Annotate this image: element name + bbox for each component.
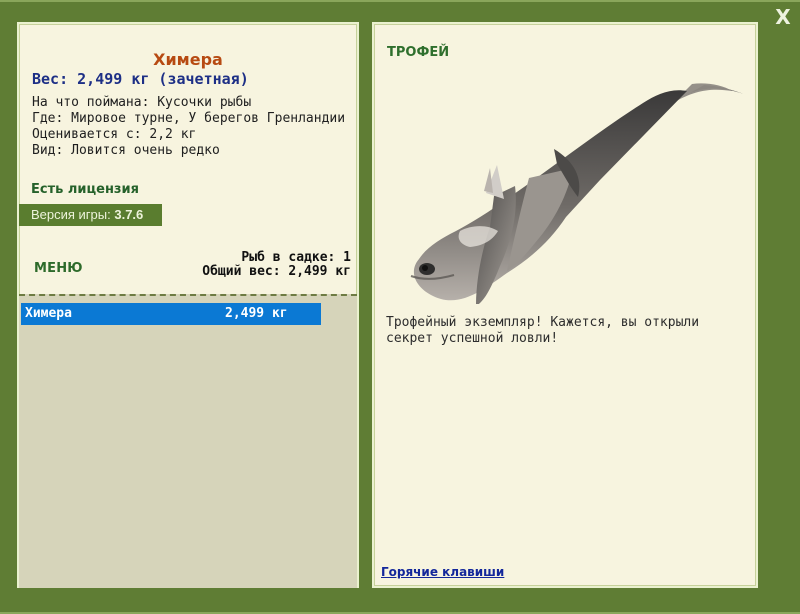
catch-info-panel: Химера Вес: 2,499 кг (зачетная) На что п… xyxy=(17,22,359,588)
fish-image xyxy=(410,83,747,304)
evaluation-detail: Оценивается с: 2,2 кг xyxy=(32,127,197,142)
list-item-name: Химера xyxy=(25,306,72,321)
version-value: 3.7.6 xyxy=(114,207,144,222)
catch-details: На что поймана: Кусочки рыбы Где: Мирово… xyxy=(32,95,345,159)
menu-label[interactable]: МЕНЮ xyxy=(34,261,83,276)
version-bar: Версия игры: 3.7.6 xyxy=(19,204,162,226)
cage-count: Рыб в садке: 1 xyxy=(241,250,351,265)
location-detail: Где: Мировое турне, У берегов Гренландии xyxy=(32,111,346,126)
bait-detail: На что поймана: Кусочки рыбы xyxy=(32,95,252,110)
trophy-panel: ТРОФЕЙ Трофейный экземпляр! Кажется, вы … xyxy=(372,22,758,588)
cage-stats: Рыб в садке: 1 Общий вес: 2,499 кг xyxy=(202,251,351,279)
rarity-detail: Вид: Ловится очень редко xyxy=(32,143,220,158)
list-item-weight: 2,499 кг xyxy=(225,306,288,321)
list-item[interactable]: Химера 2,499 кг xyxy=(21,303,321,325)
trophy-description: Трофейный экземпляр! Кажется, вы открыли… xyxy=(386,315,700,346)
license-status: Есть лицензия xyxy=(31,182,139,197)
hotkeys-link[interactable]: Горячие клавиши xyxy=(381,565,504,579)
top-frame-line xyxy=(0,0,800,2)
caught-fish-list[interactable]: Химера 2,499 кг xyxy=(19,294,357,588)
fish-name: Химера xyxy=(153,50,223,69)
close-button[interactable]: X xyxy=(771,4,795,30)
fishing-game-window: X Химера Вес: 2,499 кг (зачетная) На что… xyxy=(0,0,800,614)
fish-weight: Вес: 2,499 кг (зачетная) xyxy=(32,70,249,88)
version-label: Версия игры: xyxy=(31,207,115,222)
cage-total-weight: Общий вес: 2,499 кг xyxy=(202,264,351,279)
